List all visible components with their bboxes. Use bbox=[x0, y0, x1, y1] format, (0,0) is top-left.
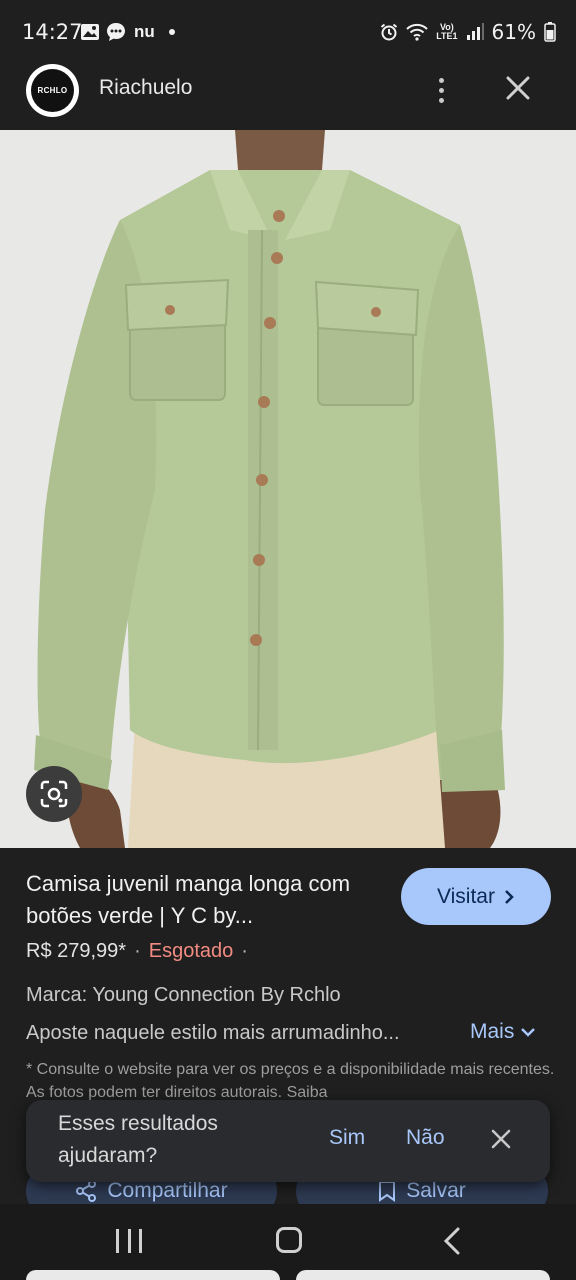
feedback-snackbar: Esses resultados ajudaram? Sim Não bbox=[26, 1100, 550, 1182]
share-icon bbox=[76, 1180, 97, 1202]
system-icons: Vo) LTE1 61% bbox=[380, 20, 556, 44]
disclaimer-text: * Consulte o website para ver os preços … bbox=[26, 1061, 555, 1101]
volte-icon: Vo) LTE1 bbox=[436, 22, 458, 41]
visit-label: Visitar bbox=[437, 884, 495, 908]
site-logo[interactable]: RCHLO bbox=[26, 64, 79, 117]
status-time: 14:27 bbox=[22, 20, 83, 44]
recent-apps-button[interactable] bbox=[116, 1229, 142, 1253]
google-lens-button[interactable] bbox=[26, 766, 82, 822]
site-name[interactable]: Riachuelo bbox=[99, 76, 192, 100]
more-vert-icon bbox=[438, 77, 444, 83]
stock-status: Esgotado bbox=[148, 940, 234, 962]
chevron-right-icon bbox=[505, 889, 514, 904]
shirt-photo bbox=[0, 130, 576, 848]
system-nav-bar bbox=[0, 1204, 576, 1280]
next-result-card[interactable] bbox=[296, 1270, 550, 1280]
next-result-card[interactable] bbox=[26, 1270, 280, 1280]
battery-percent: 61% bbox=[491, 20, 536, 44]
alarm-icon bbox=[381, 23, 398, 41]
product-description: Aposte naquele estilo mais arrumadinho..… bbox=[26, 1022, 400, 1044]
signal-icon bbox=[466, 23, 484, 40]
more-button[interactable]: Mais bbox=[470, 1020, 536, 1044]
site-header: RCHLO Riachuelo bbox=[0, 64, 576, 130]
feedback-no-button[interactable]: Não bbox=[406, 1126, 445, 1150]
product-price: R$ 279,99* bbox=[26, 940, 127, 962]
wifi-icon bbox=[406, 23, 428, 41]
bookmark-icon bbox=[379, 1181, 396, 1202]
more-notifications-dot bbox=[168, 29, 175, 35]
price-row: R$ 279,99* · Esgotado · bbox=[26, 940, 248, 963]
feedback-question: Esses resultados ajudaram? bbox=[58, 1112, 218, 1167]
feedback-yes-button[interactable]: Sim bbox=[329, 1126, 365, 1150]
more-options-button[interactable] bbox=[426, 72, 456, 108]
share-label: Compartilhar bbox=[107, 1179, 228, 1202]
back-icon[interactable] bbox=[440, 1226, 464, 1256]
home-button[interactable] bbox=[276, 1227, 302, 1253]
nubank-icon: nu bbox=[134, 22, 155, 41]
gallery-icon bbox=[81, 24, 99, 40]
notification-icons: nu bbox=[80, 21, 175, 43]
status-bar: 14:27 nu Vo) LTE1 61% bbox=[0, 0, 576, 64]
logo-text: RCHLO bbox=[31, 69, 74, 112]
chevron-down-icon bbox=[521, 1028, 536, 1037]
separator: · bbox=[134, 940, 141, 962]
product-title: Camisa juvenil manga longa com botões ve… bbox=[26, 871, 351, 928]
save-label: Salvar bbox=[406, 1179, 466, 1202]
recent-apps-icon bbox=[116, 1229, 119, 1253]
visit-button[interactable]: Visitar bbox=[401, 868, 551, 925]
close-icon[interactable] bbox=[488, 1126, 514, 1152]
lens-icon bbox=[40, 780, 68, 808]
product-brand: Marca: Young Connection By Rchlo bbox=[26, 984, 341, 1006]
chat-icon bbox=[107, 23, 125, 41]
separator: · bbox=[241, 940, 248, 962]
close-icon[interactable] bbox=[500, 70, 536, 106]
product-image[interactable] bbox=[0, 130, 576, 848]
battery-icon bbox=[544, 22, 556, 42]
more-label: Mais bbox=[470, 1020, 515, 1043]
